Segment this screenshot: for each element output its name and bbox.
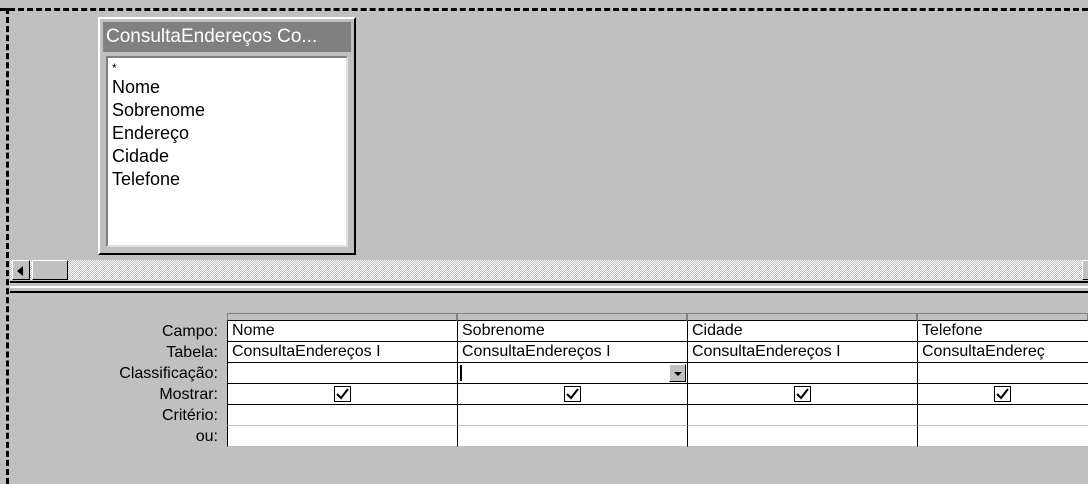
mostrar-checkbox[interactable] — [793, 386, 811, 402]
mostrar-checkbox[interactable] — [994, 386, 1011, 402]
tabela-cell[interactable]: ConsultaEndereços I — [457, 342, 687, 363]
text-cursor — [460, 365, 462, 381]
scroll-thumb[interactable] — [32, 260, 68, 280]
row-label-ou: ou: — [195, 428, 218, 445]
classificacao-combo[interactable] — [457, 363, 687, 384]
ou-cell[interactable] — [457, 426, 687, 447]
ou-cell[interactable] — [687, 426, 917, 447]
criterio-cell[interactable] — [687, 405, 917, 426]
field-list-item-sobrenome[interactable]: Sobrenome — [112, 99, 342, 122]
field-list-item-endereco[interactable]: Endereço — [112, 122, 342, 145]
tabela-cell[interactable]: ConsultaEndereç — [917, 342, 1088, 363]
mostrar-cell — [917, 384, 1088, 405]
grid-column-cidade: Cidade ConsultaEndereços I — [687, 313, 917, 447]
checkmark-icon — [565, 388, 579, 400]
field-list-item-telefone[interactable]: Telefone — [112, 168, 342, 191]
campo-cell[interactable]: Cidade — [687, 321, 917, 342]
campo-cell[interactable]: Sobrenome — [457, 321, 687, 342]
grid-column-telefone: Telefone ConsultaEndereç — [917, 313, 1088, 447]
mostrar-cell — [687, 384, 917, 405]
window-border-top — [0, 8, 1088, 11]
row-label-tabela: Tabela: — [166, 344, 218, 361]
classificacao-cell[interactable] — [687, 363, 917, 384]
table-pane: ConsultaEndereços Co... * Nome Sobrenome… — [10, 13, 1088, 260]
tabela-cell[interactable]: ConsultaEndereços I — [687, 342, 917, 363]
field-list-item-all[interactable]: * — [112, 60, 342, 76]
field-list-title[interactable]: ConsultaEndereços Co... — [103, 22, 351, 52]
scroll-right-button[interactable] — [1082, 260, 1088, 280]
column-selector[interactable] — [457, 313, 687, 321]
field-list-item-cidade[interactable]: Cidade — [112, 145, 342, 168]
mostrar-checkbox[interactable] — [333, 386, 351, 402]
field-list-box: * Nome Sobrenome Endereço Cidade Telefon… — [106, 56, 348, 247]
row-label-criterio: Critério: — [161, 407, 218, 424]
criterio-cell[interactable] — [227, 405, 457, 426]
checkmark-icon — [795, 388, 809, 400]
row-label-mostrar: Mostrar: — [159, 386, 218, 403]
campo-cell[interactable]: Nome — [227, 321, 457, 342]
checkmark-icon — [335, 388, 349, 400]
grid-column-sobrenome: Sobrenome ConsultaEndereços I — [457, 313, 687, 447]
classificacao-dropdown-button[interactable] — [669, 364, 686, 382]
field-list-item-nome[interactable]: Nome — [112, 76, 342, 99]
checkmark-icon — [996, 388, 1009, 400]
tabela-cell[interactable]: ConsultaEndereços I — [227, 342, 457, 363]
design-grid-pane: Campo: Tabela: Classificação: Mostrar: C… — [10, 293, 1088, 484]
campo-cell[interactable]: Telefone — [917, 321, 1088, 342]
classificacao-cell[interactable] — [227, 363, 457, 384]
pane-splitter[interactable] — [10, 281, 1088, 293]
criterio-cell[interactable] — [917, 405, 1088, 426]
column-selector[interactable] — [687, 313, 917, 321]
column-selector[interactable] — [227, 313, 457, 321]
mostrar-checkbox[interactable] — [563, 386, 581, 402]
field-list-window[interactable]: ConsultaEndereços Co... * Nome Sobrenome… — [98, 17, 356, 255]
grid-column-nome: Nome ConsultaEndereços I — [227, 313, 457, 447]
criterio-cell[interactable] — [457, 405, 687, 426]
ou-cell[interactable] — [227, 426, 457, 447]
mostrar-cell — [227, 384, 457, 405]
scroll-left-button[interactable] — [12, 260, 30, 280]
column-selector[interactable] — [917, 313, 1088, 321]
window-border-left — [6, 8, 9, 484]
arrow-left-icon — [17, 266, 23, 276]
chevron-down-icon — [674, 372, 682, 376]
row-label-classificacao: Classificação: — [119, 365, 218, 382]
mostrar-cell — [457, 384, 687, 405]
horizontal-scrollbar[interactable] — [10, 260, 1088, 280]
row-label-campo: Campo: — [161, 323, 218, 340]
ou-cell[interactable] — [917, 426, 1088, 447]
classificacao-cell[interactable] — [917, 363, 1088, 384]
row-labels: Campo: Tabela: Classificação: Mostrar: C… — [10, 321, 222, 447]
